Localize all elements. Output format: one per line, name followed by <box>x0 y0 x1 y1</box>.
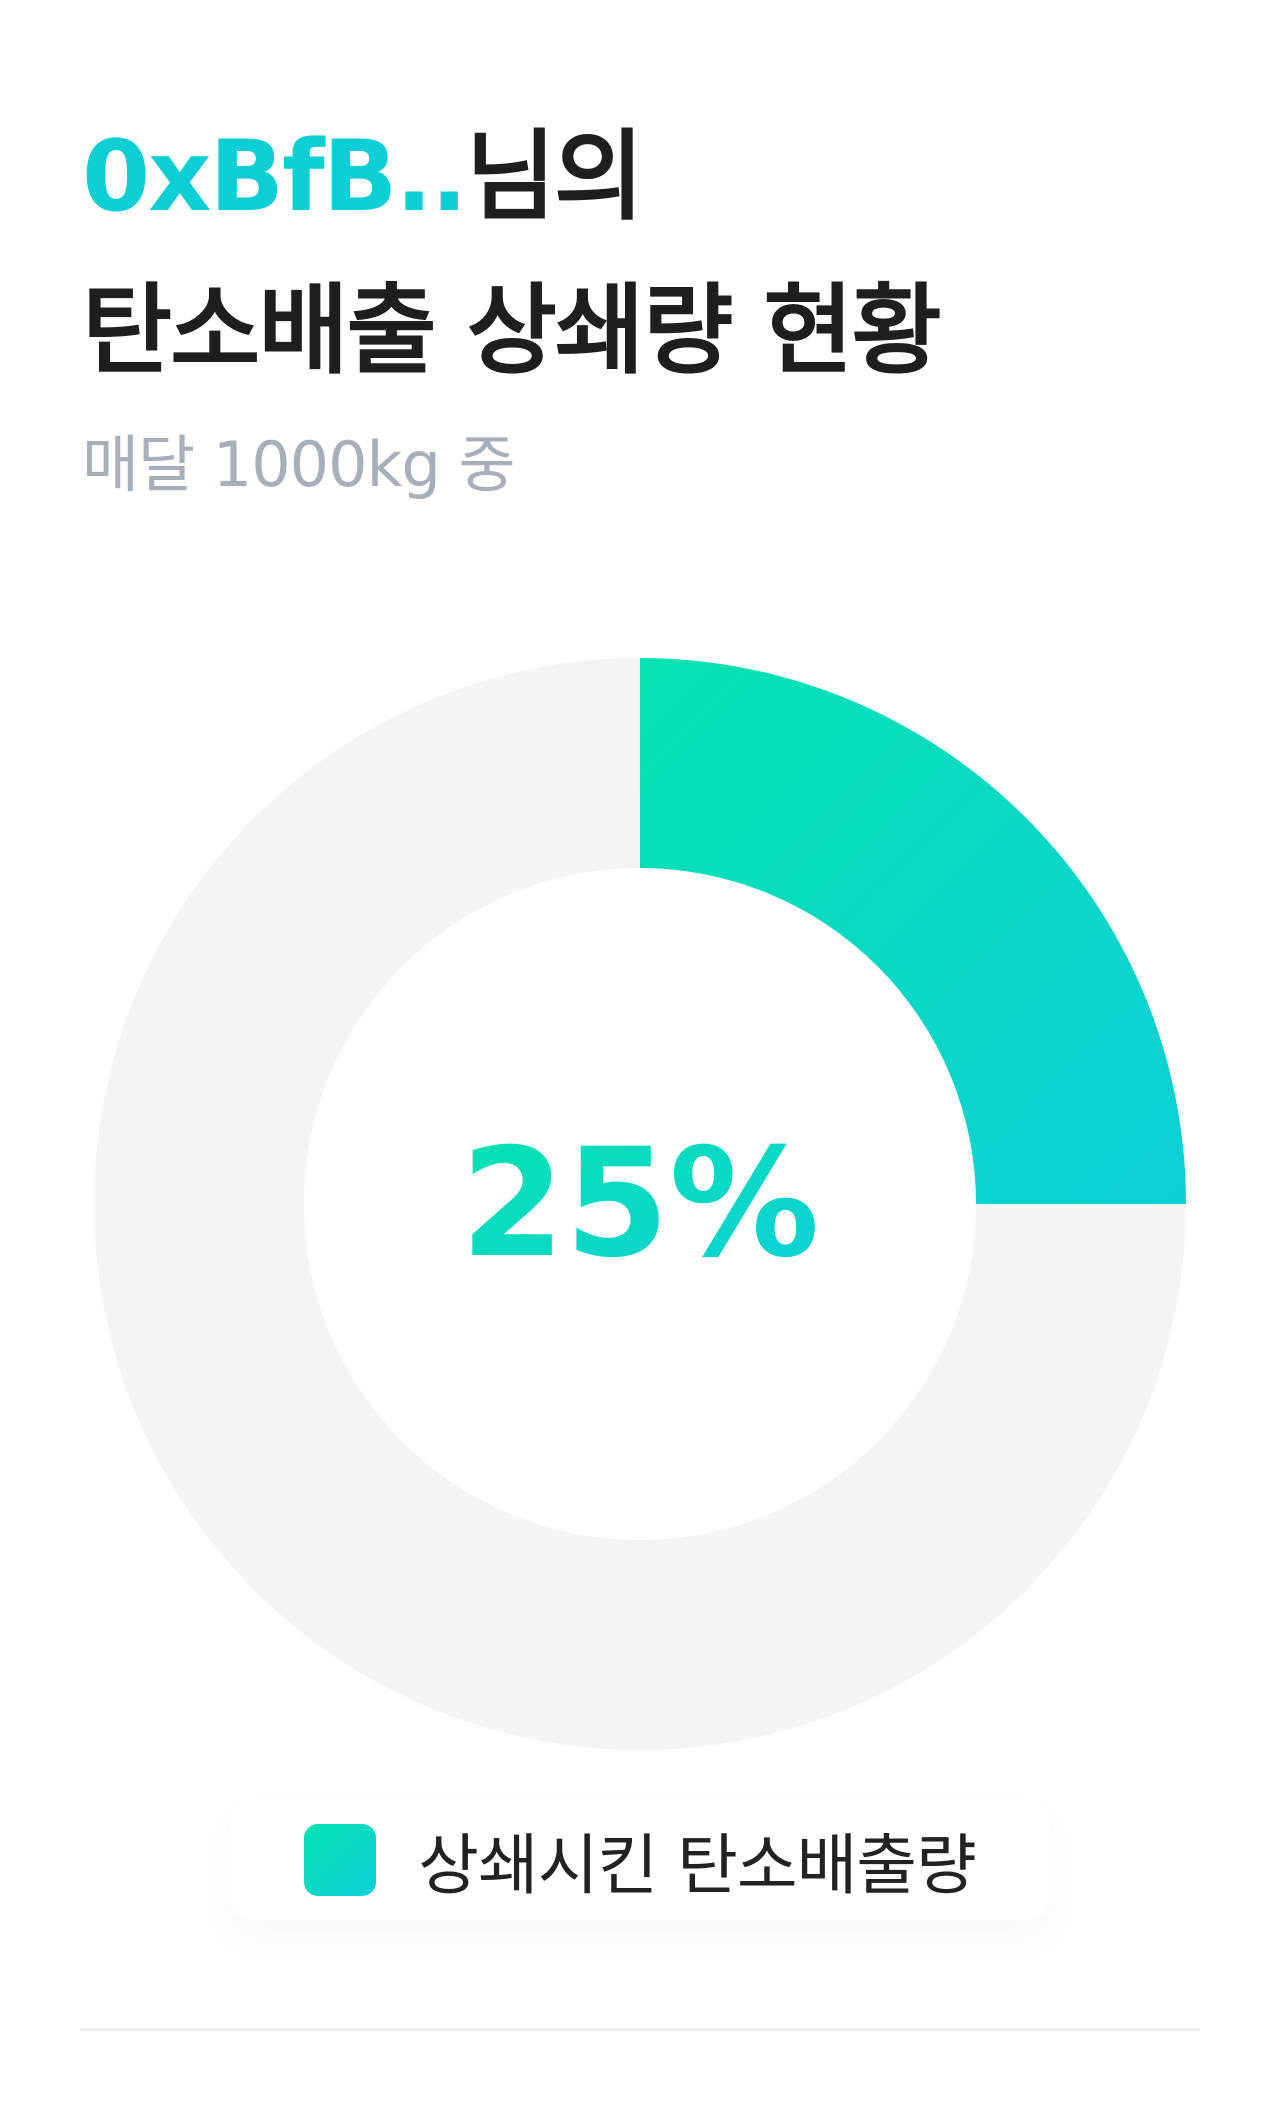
page-title-line-1: 0xBfB..님의 <box>82 100 1212 254</box>
title-suffix: 님의 <box>465 120 644 234</box>
chart-legend: 상쇄시킨 탄소배출량 <box>230 1800 1050 1920</box>
user-name: 0xBfB.. <box>82 120 468 234</box>
page-subtitle: 매달 1000kg 중 <box>82 428 516 501</box>
legend-label: 상쇄시킨 탄소배출량 <box>418 1827 976 1904</box>
page-title-line-2: 탄소배출 상쇄량 현황 <box>82 274 942 388</box>
donut-chart: 25% <box>94 658 1186 1750</box>
donut-center-label: 25% <box>460 1117 819 1291</box>
page-header: 0xBfB..님의 탄소배출 상쇄량 현황 매달 1000kg 중 <box>82 100 1212 510</box>
legend-swatch <box>304 1824 377 1896</box>
section-divider <box>80 2028 1200 2031</box>
donut-chart-svg: 25% <box>94 658 1186 1750</box>
